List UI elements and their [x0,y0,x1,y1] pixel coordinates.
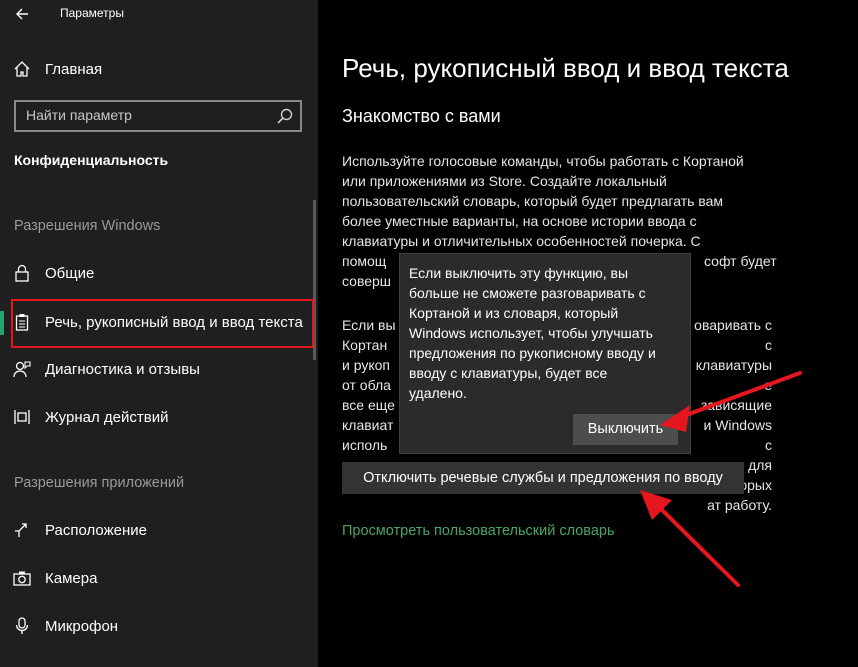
sidebar-item-label: Диагностика и отзывы [45,360,200,378]
text-line: вводу с клавиатуры, будет все [409,365,608,381]
sidebar-item-diagnostics[interactable]: Диагностика и отзывы [0,349,318,389]
sidebar-item-label: Микрофон [45,617,119,635]
sidebar-item-label: Общие [45,264,95,282]
text-line: Если выключить эту функцию, вы [409,265,629,281]
window-title: Параметры [60,6,124,20]
view-dictionary-link[interactable]: Просмотреть пользовательский словарь [342,523,615,539]
search-box[interactable] [14,100,302,132]
text-line: или приложениями из Store. Создайте лока… [342,173,667,189]
sidebar-item-label: Камера [45,569,98,587]
text-line: Кортаной и из словаря, который [409,305,619,321]
sidebar-item-general[interactable]: Общие [0,253,318,293]
location-icon [12,520,32,540]
text-line: больше не сможете разговаривать с [409,285,646,301]
search-icon[interactable] [276,107,294,125]
text-fragment: софт будет [704,253,777,269]
microphone-icon [12,616,32,636]
text-line: клавиатуры и отличительных особенностей … [342,233,701,249]
group-title-apps: Разрешения приложений [14,475,185,491]
confirmation-flyout: Если выключить эту функцию, вы больше не… [399,253,691,454]
current-section-title: Конфиденциальность [14,152,169,168]
text-line: Windows использует, чтобы улучшать [409,325,653,341]
text-line: предложения по рукописному вводу и [409,345,656,361]
timeline-icon [12,407,32,427]
sidebar-item-microphone[interactable]: Микрофон [0,606,318,646]
text-fragment: ат работу. [707,497,772,513]
disable-speech-services-button[interactable]: Отключить речевые службы и предложения п… [342,462,744,494]
group-title-windows: Разрешения Windows [14,218,161,234]
sidebar-item-activity[interactable]: Журнал действий [0,397,318,437]
title-bar: Параметры [0,0,318,30]
text-fragment: е зависящие [700,377,772,413]
sidebar-item-label: Журнал действий [45,408,169,426]
text-fragment: и Windows [703,417,772,433]
sidebar-item-camera[interactable]: Камера [0,558,318,598]
sidebar-item-location[interactable]: Расположение [0,510,318,550]
feedback-person-icon [12,359,32,379]
sidebar-item-home[interactable]: Главная [0,49,318,89]
text-fragment: оваривать с [694,317,772,333]
home-icon [12,59,32,79]
text-line: Используйте голосовые команды, чтобы раб… [342,153,744,169]
back-arrow-icon [16,8,28,20]
text-fragment: с клавиатуры [695,337,772,373]
text-line: более уместные варианты, на основе истор… [342,213,697,229]
turn-off-button[interactable]: Выключить [573,414,678,445]
sidebar-item-label: Главная [45,60,103,78]
camera-icon [12,568,32,588]
text-line: пользовательский словарь, который будет … [342,193,723,209]
back-button[interactable] [10,2,34,26]
lock-icon [12,263,32,283]
page-title: Речь, рукописный ввод и ввод текста [342,53,789,83]
text-fragment: с [765,437,772,453]
search-input[interactable] [26,107,266,123]
highlight-rectangle [11,299,314,348]
sidebar-item-label: Расположение [45,521,147,539]
flyout-message: Если выключить эту функцию, вы больше не… [409,263,684,403]
text-line: удалено. [409,385,467,401]
section-subtitle: Знакомство с вами [342,106,501,126]
